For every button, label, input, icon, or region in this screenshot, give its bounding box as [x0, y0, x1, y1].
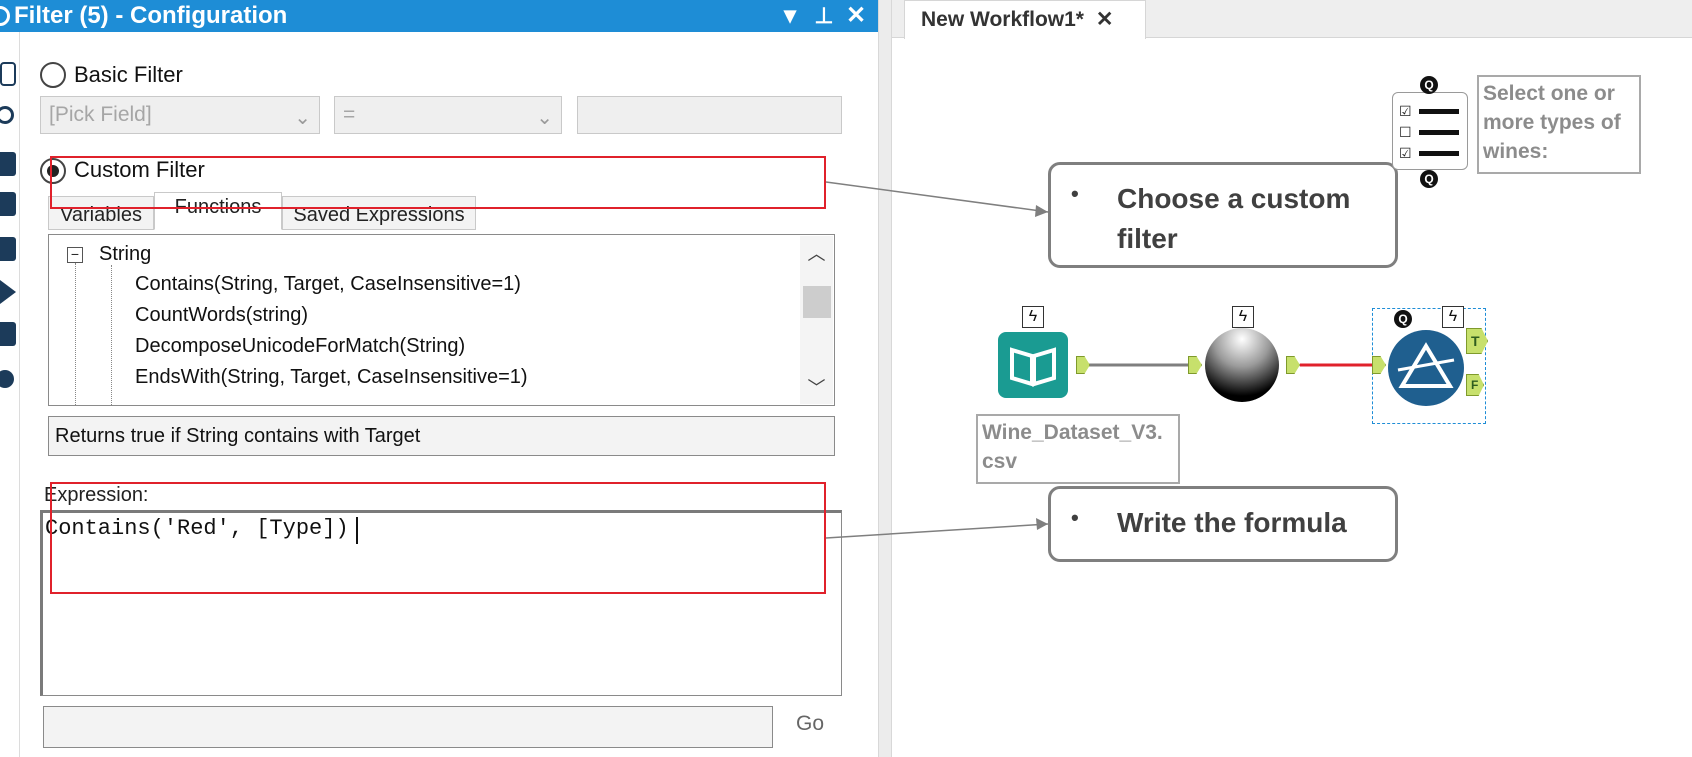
arrowhead-icon — [1036, 518, 1048, 530]
arrowhead-icon — [1035, 205, 1048, 217]
callout-text: Choose a custom filter — [1117, 183, 1351, 254]
filter-triangle-icon — [1397, 342, 1455, 388]
book-icon — [1010, 347, 1056, 387]
check-box-annotation: Select one or more types of wines: — [1477, 75, 1641, 174]
checklist-line — [1419, 151, 1459, 156]
question-anchor-icon[interactable]: Q — [1394, 310, 1412, 328]
callout-text: Write the formula — [1117, 507, 1347, 538]
lightning-icon: ϟ — [1442, 306, 1464, 328]
lightning-icon: ϟ — [1232, 306, 1254, 328]
check-box-tool[interactable]: ☑ ☐ ☑ — [1392, 92, 1468, 170]
question-anchor-icon[interactable]: Q — [1420, 170, 1438, 188]
bullet: • — [1071, 181, 1079, 206]
callout-pointer-line — [825, 181, 1049, 213]
checklist-line — [1419, 130, 1459, 135]
filter-tool[interactable] — [1388, 330, 1464, 406]
checklist-icon: ☑ ☐ ☑ — [1399, 103, 1412, 161]
question-anchor-icon[interactable]: Q — [1420, 76, 1438, 94]
callout-pointer-line — [825, 523, 1049, 539]
callout-custom-filter: • Choose a custom filter — [1048, 162, 1398, 268]
bullet: • — [1071, 505, 1079, 530]
formula-tool[interactable] — [1205, 328, 1279, 402]
checklist-line — [1419, 109, 1459, 114]
lightning-icon: ϟ — [1022, 306, 1044, 328]
callout-formula: • Write the formula — [1048, 486, 1398, 562]
input-file-label: Wine_Dataset_V3. csv — [976, 414, 1180, 484]
input-data-tool[interactable] — [998, 332, 1068, 398]
